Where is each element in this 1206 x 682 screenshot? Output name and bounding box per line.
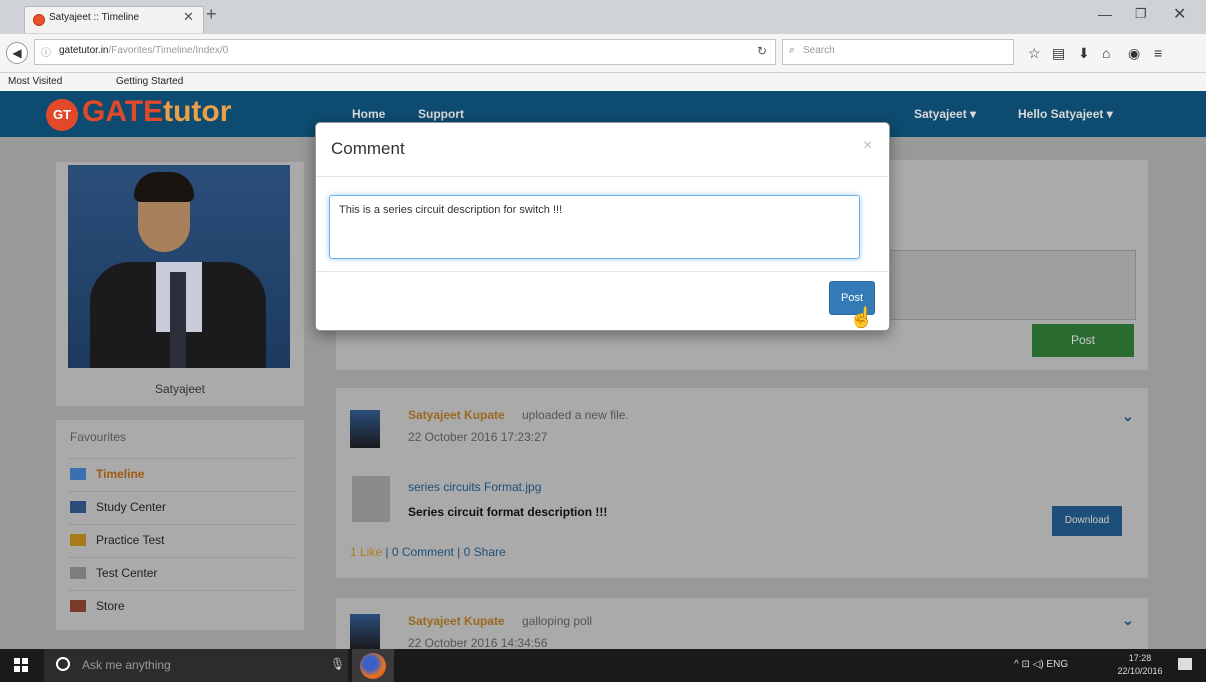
comment-share-links[interactable]: | 0 Comment | 0 Share [385,545,505,559]
taskbar: Ask me anything 🎙 ^ ⊡ ◁) ENG 17:28 22/10… [0,649,1206,682]
window-close-icon[interactable]: ✕ [1173,4,1186,24]
feed-action: galloping poll [522,614,593,628]
search-placeholder: Search [803,45,835,56]
like-link[interactable]: 1 Like [350,545,382,559]
clock-time[interactable]: 17:28 [1118,653,1162,663]
chevron-down-icon[interactable]: ⌄ [1122,612,1134,629]
close-icon[interactable]: × [863,137,872,155]
study-center-icon [70,501,86,513]
browser-tab-bar: Satyajeet :: Timeline ✕ + — ❐ ✕ [0,0,1206,34]
fav-item-study-center[interactable]: Study Center [68,491,294,524]
favourites-title: Favourites [70,430,127,444]
modal-title: Comment [331,139,405,158]
logo[interactable]: GATEtutor [82,95,231,129]
feed-avatar[interactable] [350,614,380,649]
notification-icon[interactable] [1178,658,1192,670]
cortana-icon [56,657,70,671]
feed-time: 22 October 2016 14:34:56 [408,636,548,650]
user-menu[interactable]: Satyajeet ▾ [914,107,976,121]
minimize-icon[interactable]: — [1098,6,1112,22]
fav-item-test-center[interactable]: Test Center [68,557,294,590]
file-name-link[interactable]: series circuits Format.jpg [408,480,541,494]
cortana-placeholder: Ask me anything [82,658,171,672]
store-icon [70,600,86,612]
photo-hair [134,172,194,202]
system-tray[interactable]: ^ ⊡ ◁) ENG [1014,659,1068,670]
file-icon [352,476,390,522]
timeline-icon [70,468,86,480]
nav-home[interactable]: Home [352,107,385,121]
feed-avatar[interactable] [350,410,380,448]
bookmark-most-visited[interactable]: Most Visited [8,76,62,87]
fav-item-practice-test[interactable]: Practice Test [68,524,294,557]
tab-close-icon[interactable]: ✕ [183,9,194,25]
star-icon[interactable]: ☆ [1028,45,1041,62]
hand-cursor-icon: ☝ [849,307,874,329]
feed-time: 22 October 2016 17:23:27 [408,430,548,444]
hello-menu[interactable]: Hello Satyajeet ▾ [1018,107,1113,121]
fav-item-store[interactable]: Store [68,590,294,623]
test-center-icon [70,567,86,579]
comment-textarea[interactable]: This is a series circuit description for… [329,195,860,259]
logo-badge[interactable]: GT [46,99,78,131]
new-tab-button[interactable]: + [206,4,217,25]
modal-divider [316,176,889,177]
photo-tie [170,272,186,368]
info-icon[interactable]: ⓘ [41,44,51,59]
pocket-icon[interactable]: ◉ [1128,45,1140,62]
search-icon: ⌕ [789,44,796,56]
home-icon[interactable]: ⌂ [1102,45,1110,61]
url-bar[interactable]: ⓘ gatetutor.in/Favorites/Timeline/Index/… [34,39,776,65]
firefox-icon[interactable] [360,653,386,679]
microphone-icon[interactable]: 🎙 [330,657,345,671]
download-button[interactable]: Download [1052,506,1122,536]
composer-post-button[interactable]: Post [1032,324,1134,357]
feed-author[interactable]: Satyajeet Kupate [408,408,505,422]
profile-name: Satyajeet [154,382,206,396]
maximize-icon[interactable]: ❐ [1135,6,1147,22]
url-text: gatetutor.in/Favorites/Timeline/Index/0 [59,45,229,56]
chevron-down-icon[interactable]: ⌄ [1122,408,1134,425]
cortana-search[interactable]: Ask me anything 🎙 [44,649,348,682]
clock-date[interactable]: 22/10/2016 [1114,666,1166,676]
reload-icon[interactable]: ↻ [757,44,767,58]
nav-support[interactable]: Support [418,107,464,121]
fav-item-timeline[interactable]: Timeline [68,458,294,491]
feed-action: uploaded a new file. [522,408,629,422]
browser-search-input[interactable]: ⌕ Search [782,39,1014,65]
favicon-icon [33,14,45,26]
practice-test-icon [70,534,86,546]
feed-item: Satyajeet Kupate galloping poll 22 Octob… [336,598,1148,650]
bookmark-getting-started[interactable]: Getting Started [116,76,183,87]
feed-stats: 1 Like | 0 Comment | 0 Share [350,545,506,559]
menu-icon[interactable]: ≡ [1154,45,1162,61]
modal-divider [316,271,889,272]
tab-title: Satyajeet :: Timeline [49,12,140,23]
windows-start-icon[interactable] [14,658,28,672]
download-icon[interactable]: ⬇ [1078,45,1090,62]
feed-author[interactable]: Satyajeet Kupate [408,614,505,628]
bookmarks-bar: Most Visited Getting Started [0,73,1206,92]
browser-tab[interactable]: Satyajeet :: Timeline ✕ [24,6,204,33]
back-icon[interactable]: ◀ [6,42,28,64]
file-description: Series circuit format description !!! [408,505,608,519]
comment-modal: Comment × This is a series circuit descr… [315,122,890,331]
clipboard-icon[interactable]: ▤ [1052,45,1065,62]
browser-nav-bar: ◀ ⓘ gatetutor.in/Favorites/Timeline/Inde… [0,34,1206,73]
